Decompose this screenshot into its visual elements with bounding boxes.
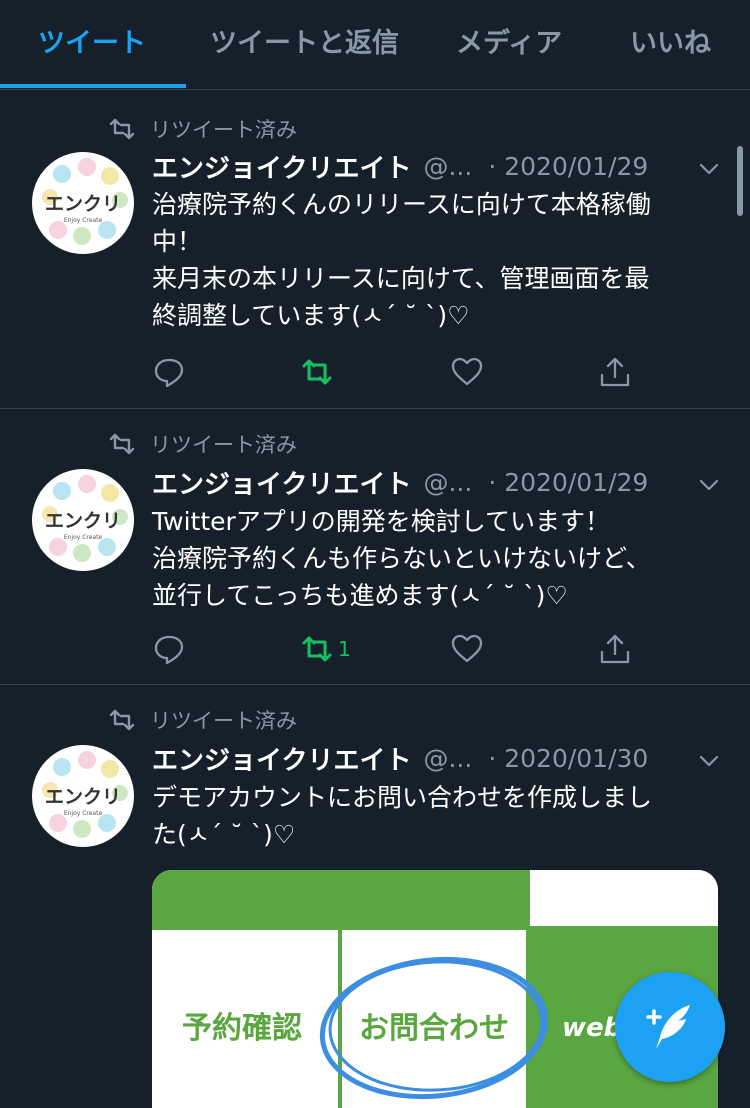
avatar-logo-subtext: Enjoy Create: [64, 534, 103, 541]
avatar-logo-text: エンクリ: [45, 786, 121, 808]
retweet-icon: [302, 359, 332, 385]
avatar-logo-text: エンクリ: [45, 510, 121, 532]
tweet-actions: [152, 355, 652, 389]
retweeted-indicator: リツイート済み: [108, 429, 297, 459]
heart-icon: [451, 357, 483, 386]
heart-icon: [451, 634, 483, 663]
display-name[interactable]: エンジョイクリエイト: [152, 148, 411, 185]
tweet-text: Twitterアプリの開発を検討しています！ 治療院予約くんも作らないといけない…: [152, 503, 727, 614]
reply-icon: [154, 635, 184, 665]
reply-button[interactable]: [152, 355, 186, 389]
retweeted-label: リツイート済み: [150, 709, 297, 733]
display-name[interactable]: エンジョイクリエイト: [152, 740, 411, 777]
tweet-text-line: 並行してこっちも進めます(ㅅ´ ˘ `)♡: [152, 581, 568, 610]
tweet-text-line: Twitterアプリの開発を検討しています！: [152, 507, 611, 536]
tweet-text: デモアカウントにお問い合わせを作成しまし た(ㅅ´ ˘ `)♡: [152, 779, 727, 853]
retweet-icon: [302, 636, 332, 662]
avatar[interactable]: エンクリ Enjoy Create: [32, 745, 134, 847]
tweet-header: エンジョイクリエイト @... · 2020/01/29: [152, 148, 722, 184]
compose-tweet-icon: [646, 1005, 690, 1049]
retweet-icon: [109, 709, 135, 731]
like-button[interactable]: [450, 632, 484, 666]
tweet-date[interactable]: · 2020/01/30: [488, 744, 648, 773]
reply-icon: [154, 358, 184, 388]
tweet-text-line: 終調整しています(ㅅ´ ˘ `)♡: [152, 301, 470, 330]
user-handle[interactable]: @...: [423, 744, 472, 773]
avatar[interactable]: エンクリ Enjoy Create: [32, 469, 134, 571]
tweet-text-line: 来月末の本リリースに向けて、管理画面を最: [152, 264, 650, 293]
retweet-icon: [109, 433, 135, 455]
user-handle[interactable]: @...: [423, 152, 472, 181]
avatar[interactable]: エンクリ Enjoy Create: [32, 152, 134, 254]
user-handle[interactable]: @...: [423, 468, 472, 497]
tab-tweets-and-replies[interactable]: ツイートと返信: [210, 0, 399, 88]
profile-tabs: ツイート ツイートと返信 メディア いいね: [0, 0, 750, 90]
retweet-icon: [109, 118, 135, 140]
like-button[interactable]: [450, 355, 484, 389]
tab-tweets[interactable]: ツイート: [38, 0, 146, 88]
share-icon: [600, 357, 630, 387]
compose-tweet-button[interactable]: [615, 972, 725, 1082]
tweet-text: 治療院予約くんのリリースに向けて本格稼働 中！ 来月末の本リリースに向けて、管理…: [152, 186, 727, 334]
avatar-logo-subtext: Enjoy Create: [64, 217, 103, 224]
chevron-down-icon[interactable]: [698, 158, 720, 180]
tweet-header: エンジョイクリエイト @... · 2020/01/30: [152, 740, 722, 776]
retweeted-indicator: リツイート済み: [108, 705, 297, 735]
media-cell-label: お問合わせ: [359, 1011, 509, 1046]
tweet[interactable]: リツイート済み エンクリ Enjoy Create エンジョイクリエイト @..…: [0, 90, 750, 409]
share-icon: [600, 634, 630, 664]
active-tab-indicator: [0, 84, 186, 88]
retweeted-label: リツイート済み: [150, 433, 297, 457]
share-button[interactable]: [598, 355, 632, 389]
tweet-actions: 1: [152, 632, 652, 666]
avatar-logo-subtext: Enjoy Create: [64, 810, 103, 817]
retweeted-label: リツイート済み: [150, 118, 297, 142]
tweet-header: エンジョイクリエイト @... · 2020/01/29: [152, 464, 722, 500]
display-name[interactable]: エンジョイクリエイト: [152, 464, 411, 501]
share-button[interactable]: [598, 632, 632, 666]
tweet-date[interactable]: · 2020/01/29: [488, 468, 648, 497]
reply-button[interactable]: [152, 632, 186, 666]
tweet-text-line: デモアカウントにお問い合わせを作成しまし: [152, 783, 653, 812]
tab-media[interactable]: メディア: [456, 0, 562, 88]
retweet-button[interactable]: 1: [300, 632, 351, 666]
tweet-text-line: 治療院予約くんのリリースに向けて本格稼働: [152, 190, 651, 219]
tweet-text-line: た(ㅅ´ ˘ `)♡: [152, 820, 296, 849]
media-cell-label: web: [562, 1013, 622, 1043]
retweeted-indicator: リツイート済み: [108, 114, 297, 144]
tweet[interactable]: リツイート済み エンクリ Enjoy Create エンジョイクリエイト @..…: [0, 409, 750, 685]
retweet-count: 1: [338, 637, 351, 661]
retweet-button[interactable]: [300, 355, 338, 389]
media-cell-label: 予約確認: [182, 1011, 302, 1046]
tab-likes[interactable]: いいね: [630, 0, 711, 88]
chevron-down-icon[interactable]: [698, 750, 720, 772]
chevron-down-icon[interactable]: [698, 474, 720, 496]
tweet-text-line: 中！: [152, 227, 203, 256]
tweet-text-line: 治療院予約くんも作らないといけないけど、: [152, 544, 651, 573]
tweet-date[interactable]: · 2020/01/29: [488, 152, 648, 181]
avatar-logo-text: エンクリ: [45, 193, 121, 215]
scrollbar[interactable]: [737, 146, 743, 216]
